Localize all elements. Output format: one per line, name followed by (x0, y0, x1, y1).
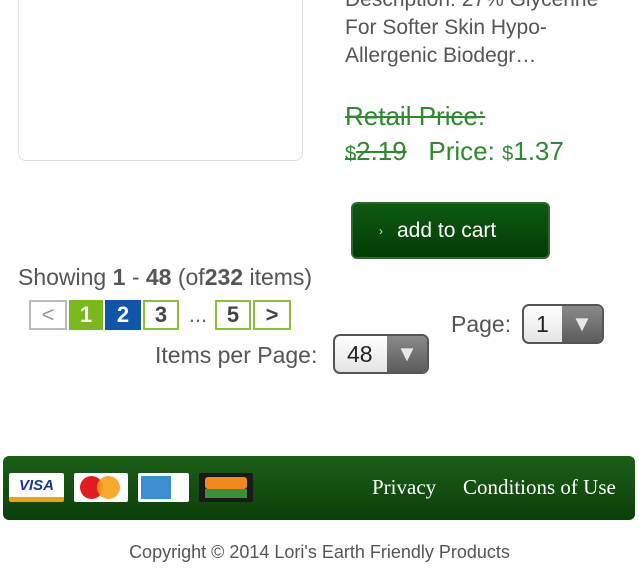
add-to-cart-label: add to cart (397, 218, 497, 242)
discover-novus-logo-icon (199, 473, 253, 502)
dropdown-arrow-icon: ▼ (387, 336, 427, 372)
price-value: $1.37 (502, 136, 564, 166)
visa-logo-icon: VISA (9, 473, 64, 502)
product-image-card[interactable]: Glycerine soap Net Wt. 4 oz (18, 0, 303, 161)
retail-price-value: $2.19 (345, 136, 407, 166)
product-description: Description: 27% Glycerine For Softer Sk… (345, 0, 598, 67)
next-page-button[interactable]: > (253, 300, 291, 330)
conditions-of-use-link[interactable]: Conditions of Use (463, 475, 616, 500)
price-label: Price: (428, 136, 495, 166)
mastercard-logo-icon (74, 473, 128, 502)
page-select-value: 1 (536, 310, 549, 337)
page-2-button[interactable]: 2 (105, 300, 141, 330)
prev-page-button[interactable]: < (29, 300, 67, 330)
items-per-page-label: Items per Page: (155, 342, 318, 368)
dropdown-arrow-icon: ▼ (562, 306, 602, 342)
results-summary: Showing 1 - 48 (of232 items) (18, 264, 313, 290)
pagination-ellipsis: ... (188, 302, 208, 327)
items-per-page-select[interactable]: 48 ▼ (333, 334, 429, 374)
page-3-button[interactable]: 3 (143, 300, 179, 330)
pagination: < 1 2 3 ... 5 > (29, 300, 293, 330)
privacy-link[interactable]: Privacy (372, 475, 436, 500)
items-per-page-value: 48 (347, 340, 373, 367)
copyright-text: Copyright © 2014 Lori's Earth Friendly P… (129, 542, 510, 562)
price-line: $2.19 Price: $1.37 (345, 136, 564, 167)
page-5-button[interactable]: 5 (215, 300, 251, 330)
page-label: Page: (451, 311, 512, 337)
add-to-cart-button[interactable]: › add to cart (351, 202, 550, 259)
amex-logo-icon (138, 473, 189, 502)
footer-bar: VISA Privacy Conditions of Use (3, 456, 635, 520)
retail-price-label: Retail Price: (345, 101, 486, 131)
page-1-button[interactable]: 1 (69, 300, 103, 330)
page-select[interactable]: 1 ▼ (522, 304, 604, 344)
chevron-right-icon: › (379, 223, 383, 238)
